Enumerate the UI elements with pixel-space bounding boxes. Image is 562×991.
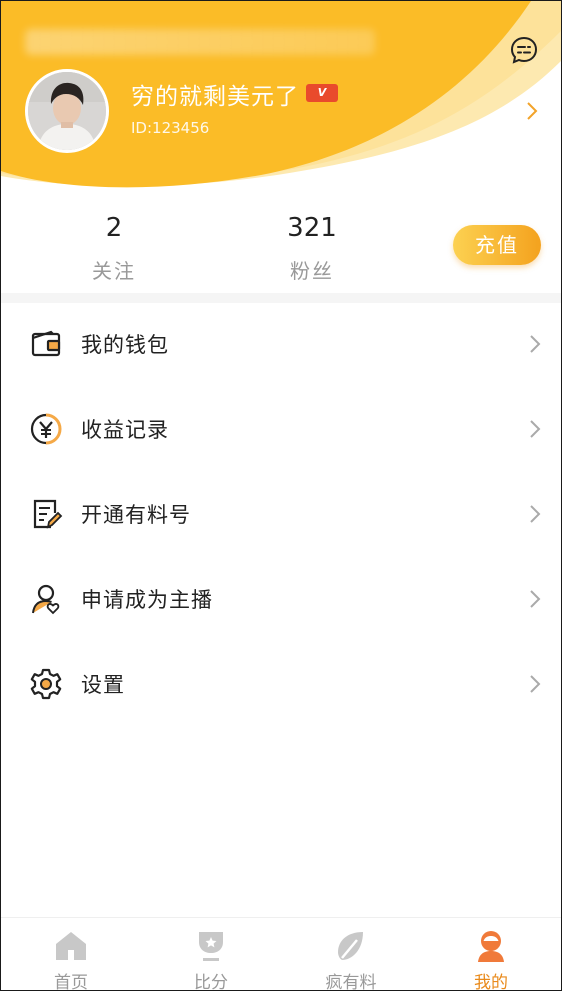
tab-home[interactable]: 首页 bbox=[1, 918, 141, 991]
menu-item-wallet[interactable]: 我的钱包 bbox=[1, 301, 561, 386]
following-stat[interactable]: 2 关注 bbox=[59, 211, 169, 284]
yen-coin-icon bbox=[30, 413, 62, 445]
tab-label: 我的 bbox=[474, 973, 508, 991]
trophy-icon bbox=[199, 932, 223, 961]
chevron-right-icon bbox=[530, 420, 541, 438]
recharge-button[interactable]: 充值 bbox=[453, 225, 541, 265]
tab-label: 疯有料 bbox=[325, 973, 377, 991]
chevron-right-icon[interactable] bbox=[525, 100, 539, 122]
avatar-image bbox=[28, 72, 106, 150]
vip-badge: V bbox=[306, 84, 338, 102]
message-icon[interactable] bbox=[509, 35, 539, 65]
profile-icon bbox=[478, 931, 504, 962]
following-count: 2 bbox=[105, 213, 123, 243]
menu-item-earnings[interactable]: 收益记录 bbox=[1, 386, 561, 471]
avatar[interactable] bbox=[25, 69, 109, 153]
fans-stat[interactable]: 321 粉丝 bbox=[257, 211, 367, 284]
tab-label: 首页 bbox=[54, 973, 88, 991]
menu-label: 开通有料号 bbox=[81, 503, 191, 527]
chevron-right-icon bbox=[530, 590, 541, 608]
tab-profile[interactable]: 我的 bbox=[421, 918, 561, 991]
chevron-right-icon bbox=[530, 675, 541, 693]
wallet-icon bbox=[31, 330, 61, 357]
username: 穷的就剩美元了 bbox=[131, 84, 299, 110]
bottom-tab-bar: 首页 比分 疯有料 我的 bbox=[1, 917, 561, 991]
menu-item-open-account[interactable]: 开通有料号 bbox=[1, 471, 561, 556]
leaf-icon bbox=[338, 932, 363, 960]
user-id: ID:123456 bbox=[131, 119, 210, 137]
app-screen: 穷的就剩美元了 V ID:123456 2 关注 321 粉丝 充值 我的钱包 bbox=[0, 0, 562, 991]
user-heart-icon bbox=[32, 584, 60, 615]
following-label: 关注 bbox=[92, 259, 136, 283]
menu-label: 收益记录 bbox=[81, 418, 169, 442]
menu-label: 我的钱包 bbox=[81, 333, 169, 357]
edit-document-icon bbox=[33, 499, 63, 529]
home-icon bbox=[56, 932, 86, 960]
tab-scores[interactable]: 比分 bbox=[141, 918, 281, 991]
status-bar bbox=[25, 29, 375, 55]
chevron-right-icon bbox=[530, 505, 541, 523]
tab-insider[interactable]: 疯有料 bbox=[281, 918, 421, 991]
menu-label: 申请成为主播 bbox=[81, 588, 213, 612]
menu-item-settings[interactable]: 设置 bbox=[1, 641, 561, 726]
tab-label: 比分 bbox=[194, 973, 228, 991]
chevron-right-icon bbox=[530, 335, 541, 353]
profile-header: 穷的就剩美元了 V ID:123456 bbox=[1, 1, 561, 201]
gear-icon bbox=[30, 668, 62, 700]
fans-count: 321 bbox=[287, 213, 337, 243]
menu-item-apply-host[interactable]: 申请成为主播 bbox=[1, 556, 561, 641]
fans-label: 粉丝 bbox=[290, 259, 334, 283]
menu-label: 设置 bbox=[81, 673, 125, 697]
